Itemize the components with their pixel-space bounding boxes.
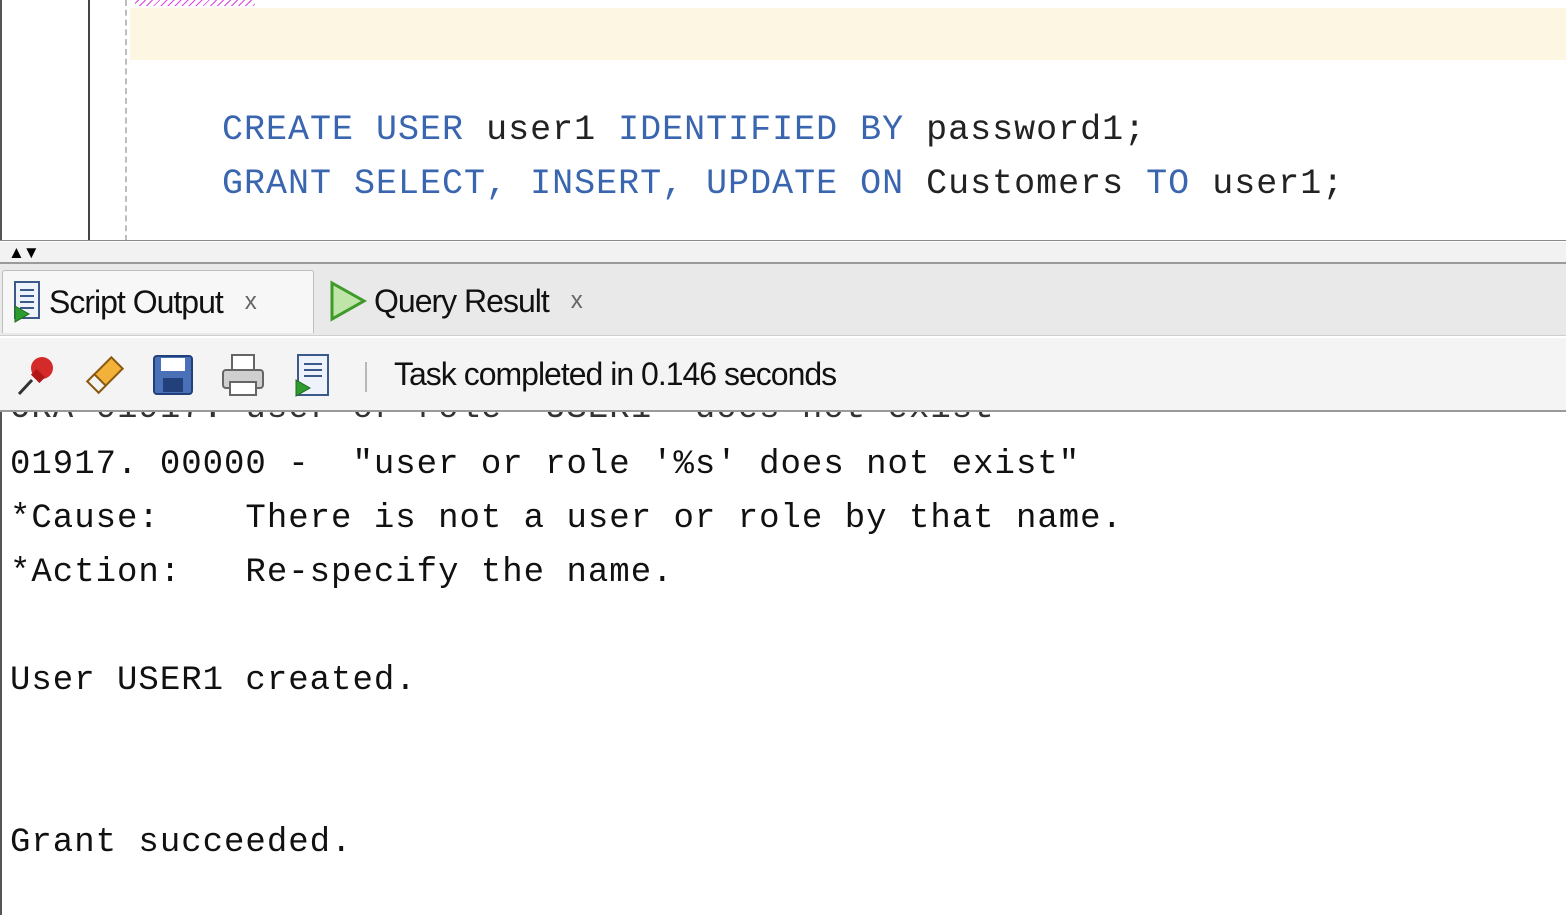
collapse-down-icon[interactable]: ▼ — [23, 243, 40, 262]
output-tab-strip: Script Output x Query Result x — [0, 264, 1566, 336]
line-gutter — [0, 0, 90, 241]
output-toolbar: Task completed in 0.146 seconds — [0, 338, 1566, 412]
tab-script-output[interactable]: Script Output x — [2, 270, 314, 333]
print-icon[interactable] — [220, 352, 266, 398]
code-token: GRANT SELECT, INSERT, UPDATE ON — [222, 164, 905, 204]
collapse-up-icon[interactable]: ▲ — [8, 243, 25, 262]
panel-splitter[interactable]: ▲▼ — [0, 242, 1566, 264]
output-line: ORA-01917: user or role 'USER1' does not… — [10, 412, 995, 428]
tab-label: Query Result — [374, 282, 550, 319]
output-line: 01917. 00000 - "user or role '%s' does n… — [10, 446, 1081, 484]
editor-border — [0, 240, 1566, 241]
toolbar-separator — [365, 362, 367, 392]
save-icon[interactable] — [150, 352, 196, 398]
close-tab-icon[interactable]: x — [245, 288, 257, 316]
sql-editor[interactable]: CREATE USER user1 IDENTIFIED BY password… — [0, 0, 1566, 241]
splitter-arrows[interactable]: ▲▼ — [8, 243, 40, 262]
fold-guide-line — [125, 0, 127, 241]
current-line-highlight — [130, 8, 1566, 60]
output-line: Grant succeeded. — [10, 824, 353, 862]
tab-label: Script Output — [49, 283, 224, 320]
run-icon — [328, 279, 368, 323]
code-token: user1; — [1190, 164, 1345, 204]
close-tab-icon[interactable]: x — [571, 287, 583, 315]
spellcheck-underline — [135, 0, 255, 6]
code-token: Customers — [904, 164, 1147, 204]
script-output-icon — [13, 280, 43, 324]
output-line: User USER1 created. — [10, 662, 417, 700]
output-line: *Cause: There is not a user or role by t… — [10, 500, 1123, 538]
code-line[interactable]: GRANT SELECT, INSERT, UPDATE ON Customer… — [134, 124, 1344, 241]
pin-icon[interactable] — [14, 352, 60, 398]
tab-query-result[interactable]: Query Result x — [326, 270, 626, 332]
output-line: *Action: Re-specify the name. — [10, 554, 674, 592]
eraser-icon[interactable] — [82, 352, 128, 398]
task-status: Task completed in 0.146 seconds — [394, 356, 837, 392]
script-icon[interactable] — [290, 352, 336, 398]
code-token: TO — [1146, 164, 1191, 204]
script-output-pane[interactable]: ORA-01917: user or role 'USER1' does not… — [0, 412, 1566, 915]
